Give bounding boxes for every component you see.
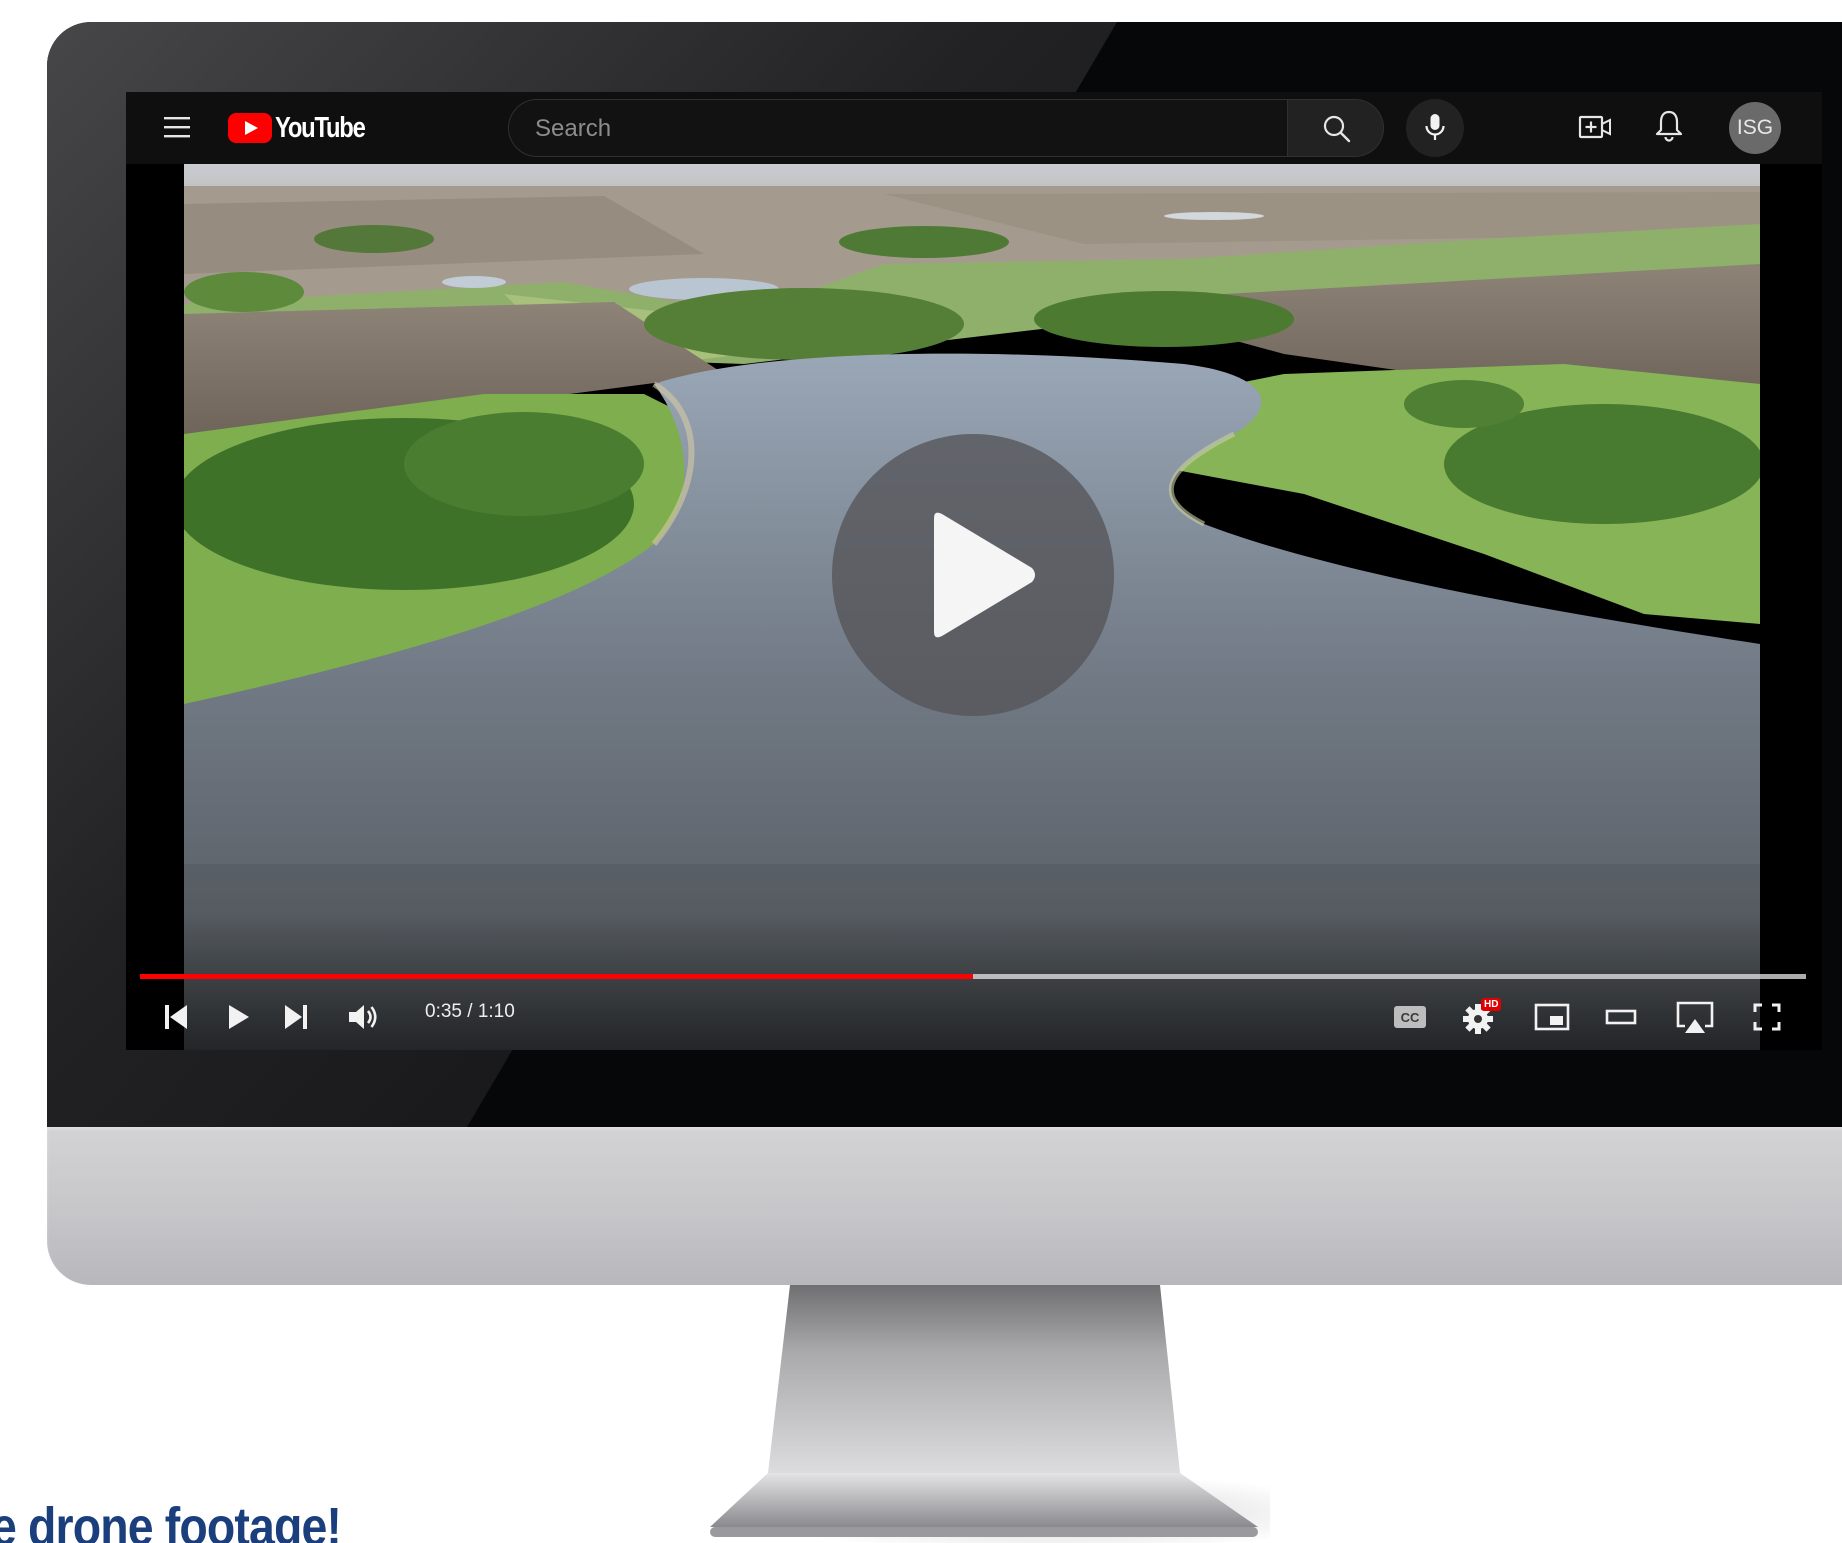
voice-search-button[interactable] (1406, 99, 1464, 157)
bell-icon[interactable] (1654, 109, 1684, 143)
search-box (508, 99, 1288, 158)
create-video-icon[interactable] (1578, 112, 1612, 142)
miniplayer-icon[interactable] (1534, 1002, 1570, 1032)
next-icon[interactable] (282, 1002, 310, 1032)
avatar[interactable]: ISG (1729, 102, 1781, 154)
progress-bar[interactable] (140, 974, 1806, 979)
monitor-stand (710, 1285, 1270, 1543)
svg-text:CC: CC (1401, 1010, 1420, 1025)
time-display: 0:35 / 1:10 (425, 1001, 515, 1022)
youtube-logo[interactable]: YouTube (228, 110, 384, 146)
closed-captions-icon[interactable]: CC (1393, 1004, 1427, 1030)
monitor-chin (47, 1127, 1842, 1285)
youtube-play-logo-icon (228, 113, 272, 143)
hd-badge: HD (1481, 998, 1502, 1011)
menu-icon[interactable] (162, 112, 192, 142)
volume-icon[interactable] (347, 1002, 381, 1032)
big-play-button[interactable] (832, 434, 1114, 716)
screen: YouTube Search ISG 0:35 / 1:10 CC HD (126, 92, 1822, 1050)
video-player[interactable]: 0:35 / 1:10 CC HD (126, 164, 1822, 1050)
search-button[interactable] (1288, 99, 1384, 157)
play-icon (934, 512, 1035, 638)
youtube-logo-text: YouTube (275, 111, 366, 144)
fullscreen-icon[interactable] (1752, 1002, 1782, 1032)
search-input[interactable] (533, 100, 1257, 158)
airplay-icon[interactable] (1675, 1000, 1715, 1036)
search-icon (1323, 115, 1351, 143)
previous-icon[interactable] (163, 1002, 191, 1032)
play-pause-icon[interactable] (226, 1002, 252, 1032)
youtube-header: YouTube Search ISG (126, 92, 1822, 164)
settings-button[interactable]: HD (1461, 998, 1505, 1036)
theater-mode-icon[interactable] (1604, 1006, 1638, 1028)
page: YouTube Search ISG 0:35 / 1:10 CC HD e d… (0, 0, 1842, 1543)
microphone-icon (1425, 114, 1445, 140)
promo-caption: e drone footage! (0, 1497, 342, 1543)
progress-played (140, 974, 973, 979)
